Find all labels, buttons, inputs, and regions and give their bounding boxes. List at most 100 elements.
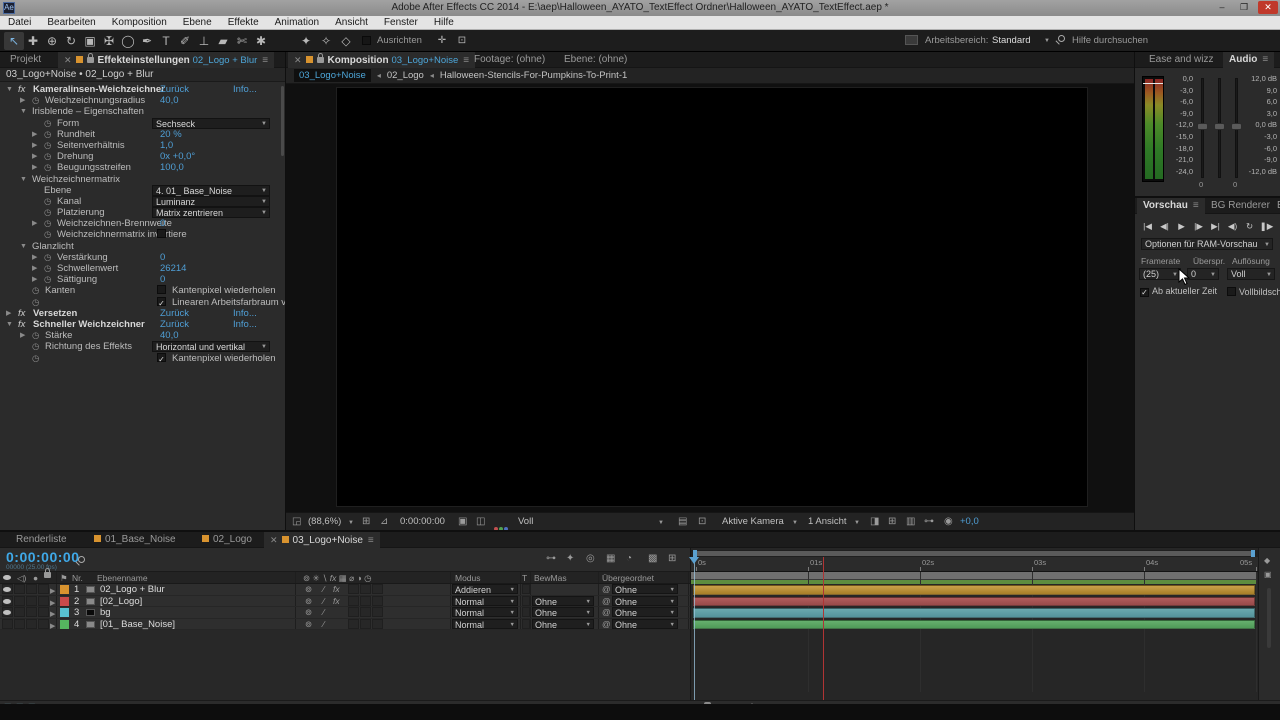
stopwatch-icon[interactable]: ◷ (44, 252, 51, 263)
preserve-transparency-cell[interactable] (522, 595, 530, 606)
comp-mini-flowchart-icon[interactable]: ⊶ (546, 553, 556, 564)
label-color-chip[interactable] (60, 596, 69, 606)
fx-row-glanzlicht[interactable]: ▼ Glanzlicht (0, 241, 285, 252)
current-time-indicator-head[interactable] (689, 557, 699, 569)
switch-cell[interactable] (348, 595, 359, 606)
skip-dropdown[interactable]: 0 ▼ (1187, 268, 1219, 280)
brainstorm-icon[interactable]: ▩ (648, 553, 657, 564)
property-dropdown[interactable]: Sechseck ▼ (152, 117, 270, 129)
shield-icon[interactable]: ◆ (1264, 556, 1270, 565)
switch-cell[interactable] (372, 618, 383, 629)
twirl-icon[interactable]: ▼ (20, 241, 27, 252)
eraser-tool-icon[interactable]: ▰ (213, 32, 233, 50)
stopwatch-icon[interactable]: ◷ (44, 162, 51, 173)
property-checkbox[interactable] (157, 229, 166, 239)
stopwatch-icon[interactable]: ◷ (44, 196, 51, 207)
pen-tool-icon[interactable]: ✒ (137, 32, 157, 50)
safe-guides-icon[interactable]: ⊞ (362, 513, 370, 531)
fx-row-beugungsstreifen[interactable]: ▶ ◷ Beugungsstreifen 100,0 (0, 162, 285, 173)
property-dropdown[interactable]: Luminanz ▼ (152, 195, 270, 207)
property-checkbox[interactable]: ✓ (157, 352, 166, 364)
workspace-caret-icon[interactable]: ▼ (1044, 38, 1050, 44)
property-value[interactable]: 100,0 (160, 162, 184, 173)
property-dropdown[interactable]: Matrix zentrieren ▼ (152, 207, 270, 219)
panel-menu-icon[interactable]: ≡ (262, 55, 268, 66)
property-value[interactable]: 20 % (160, 129, 182, 140)
time-ruler[interactable]: 0s 01s 02s 03s 04s 05s (691, 557, 1259, 572)
info-link[interactable]: Info... (233, 84, 257, 95)
reset-link[interactable]: Zurück (160, 319, 189, 330)
lock-icon[interactable] (316, 53, 324, 63)
label-color-chip[interactable] (60, 619, 69, 629)
audio-cell[interactable] (14, 584, 25, 594)
framerate-dropdown[interactable]: (25) ▼ (1139, 268, 1181, 280)
quality-icon[interactable]: ∕ (323, 607, 324, 618)
previous-frame-button[interactable]: ◀| (1157, 220, 1172, 233)
stopwatch-icon[interactable]: ◷ (44, 218, 51, 229)
slider-handle[interactable] (1231, 123, 1242, 130)
stopwatch-icon[interactable]: ◷ (32, 353, 39, 364)
eye-icon[interactable] (3, 587, 11, 592)
stopwatch-icon[interactable]: ◷ (44, 118, 51, 129)
reset-link[interactable]: Zurück (160, 84, 189, 95)
shy-icon[interactable]: ⊚ (305, 607, 312, 618)
ram-preview-button[interactable]: ❚▶ (1259, 220, 1274, 233)
view-axis-mode-icon[interactable]: ◇ (336, 32, 356, 50)
layer-bar-1[interactable] (693, 585, 1255, 595)
track-matte-dropdown[interactable]: Ohne ▼ (532, 607, 594, 618)
stopwatch-icon[interactable]: ◷ (32, 297, 39, 308)
puppet-pin-tool-icon[interactable]: ✱ (251, 32, 271, 50)
property-value[interactable]: 0x +0,0° (160, 151, 195, 162)
frame-blending-icon[interactable]: ▦ (606, 553, 615, 564)
track-matte-dropdown[interactable]: Ohne ▼ (532, 618, 594, 630)
tab-overflow[interactable]: E (1271, 198, 1280, 214)
switch-cell[interactable] (372, 595, 383, 606)
tab-preview[interactable]: Vorschau ≡ (1137, 198, 1205, 214)
master-level-slider[interactable] (1214, 78, 1225, 178)
layer-row-4[interactable]: ▶ 4 [01_ Base_Noise] ⊚ ∕ Normal ▼ Ohne ▼ @ Ohne ▼ (0, 618, 690, 632)
twirl-icon[interactable]: ▶ (50, 621, 55, 632)
shy-icon[interactable]: ⊚ (305, 596, 312, 607)
stopwatch-icon[interactable]: ◷ (32, 95, 39, 106)
visibility-cell[interactable] (2, 618, 13, 629)
fx-row-verstärkung[interactable]: ▶ ◷ Verstärkung 0 (0, 252, 285, 263)
layer-name[interactable]: 02_Logo + Blur (100, 584, 165, 595)
mask-toggle-icon[interactable]: ⊿ (380, 513, 388, 531)
camera-tool-icon[interactable]: ▣ (80, 32, 100, 50)
stopwatch-icon[interactable]: ◷ (44, 151, 51, 162)
pickwhip-icon[interactable]: @ (602, 619, 611, 630)
snapshot-icon[interactable]: ▣ (458, 513, 467, 531)
left-level-slider[interactable] (1197, 78, 1208, 178)
track-matte-dropdown[interactable]: Ohne ▼ (532, 595, 594, 607)
switch-cell[interactable] (348, 607, 359, 617)
fx-row-schwellenwert[interactable]: ▶ ◷ Schwellenwert 26214 (0, 263, 285, 274)
audio-cell[interactable] (14, 618, 25, 629)
fx-row-weichzeichnen-brennweite[interactable]: ▶ ◷ Weichzeichnen-Brennweite 0 (0, 218, 285, 229)
resolution-icon[interactable]: ▤ (678, 513, 687, 531)
go-to-start-button[interactable]: |◀ (1140, 220, 1155, 233)
solo-cell[interactable] (26, 584, 37, 594)
property-checkbox[interactable] (157, 285, 166, 295)
parent-dropdown[interactable]: Ohne ▼ (612, 584, 678, 595)
draft-3d-icon[interactable]: ✦ (566, 553, 574, 564)
ram-preview-options-dropdown[interactable]: Optionen für RAM-Vorschau ▼ (1141, 238, 1273, 250)
layer-row-2[interactable]: ▶ 2 [02_Logo] ⊚ ∕ fx Normal ▼ Ohne ▼ @ Ohne ▼ (0, 595, 690, 607)
work-area-bar[interactable] (691, 572, 1257, 580)
lock-icon[interactable] (86, 53, 94, 63)
menu-datei[interactable]: Datei (0, 16, 39, 30)
channels-value[interactable]: Voll (518, 513, 533, 531)
fx-row-seitenverhältnis[interactable]: ▶ ◷ Seitenverhältnis 1,0 (0, 140, 285, 151)
close-button[interactable]: ✕ (1258, 1, 1278, 14)
twirl-icon[interactable]: ▶ (20, 95, 25, 106)
brush-tool-icon[interactable]: ✐ (175, 32, 195, 50)
solo-cell[interactable] (26, 618, 37, 629)
blend-mode-dropdown[interactable]: Normal ▼ (452, 595, 518, 607)
shape-tool-icon[interactable]: ◯ (118, 32, 138, 50)
property-checkbox[interactable]: ✓ (157, 296, 166, 308)
lock-cell[interactable] (38, 618, 49, 629)
layer-row-1[interactable]: ▶ 1 02_Logo + Blur ⊚ ∕ fx Addieren ▼ @ Ohne ▼ (0, 584, 690, 596)
stopwatch-icon[interactable]: ◷ (44, 263, 51, 274)
comp-button-icon[interactable]: ▣ (1264, 570, 1272, 579)
exposure-value[interactable]: +0,0 (960, 513, 979, 531)
graph-editor-icon[interactable]: ⊞ (668, 553, 676, 564)
